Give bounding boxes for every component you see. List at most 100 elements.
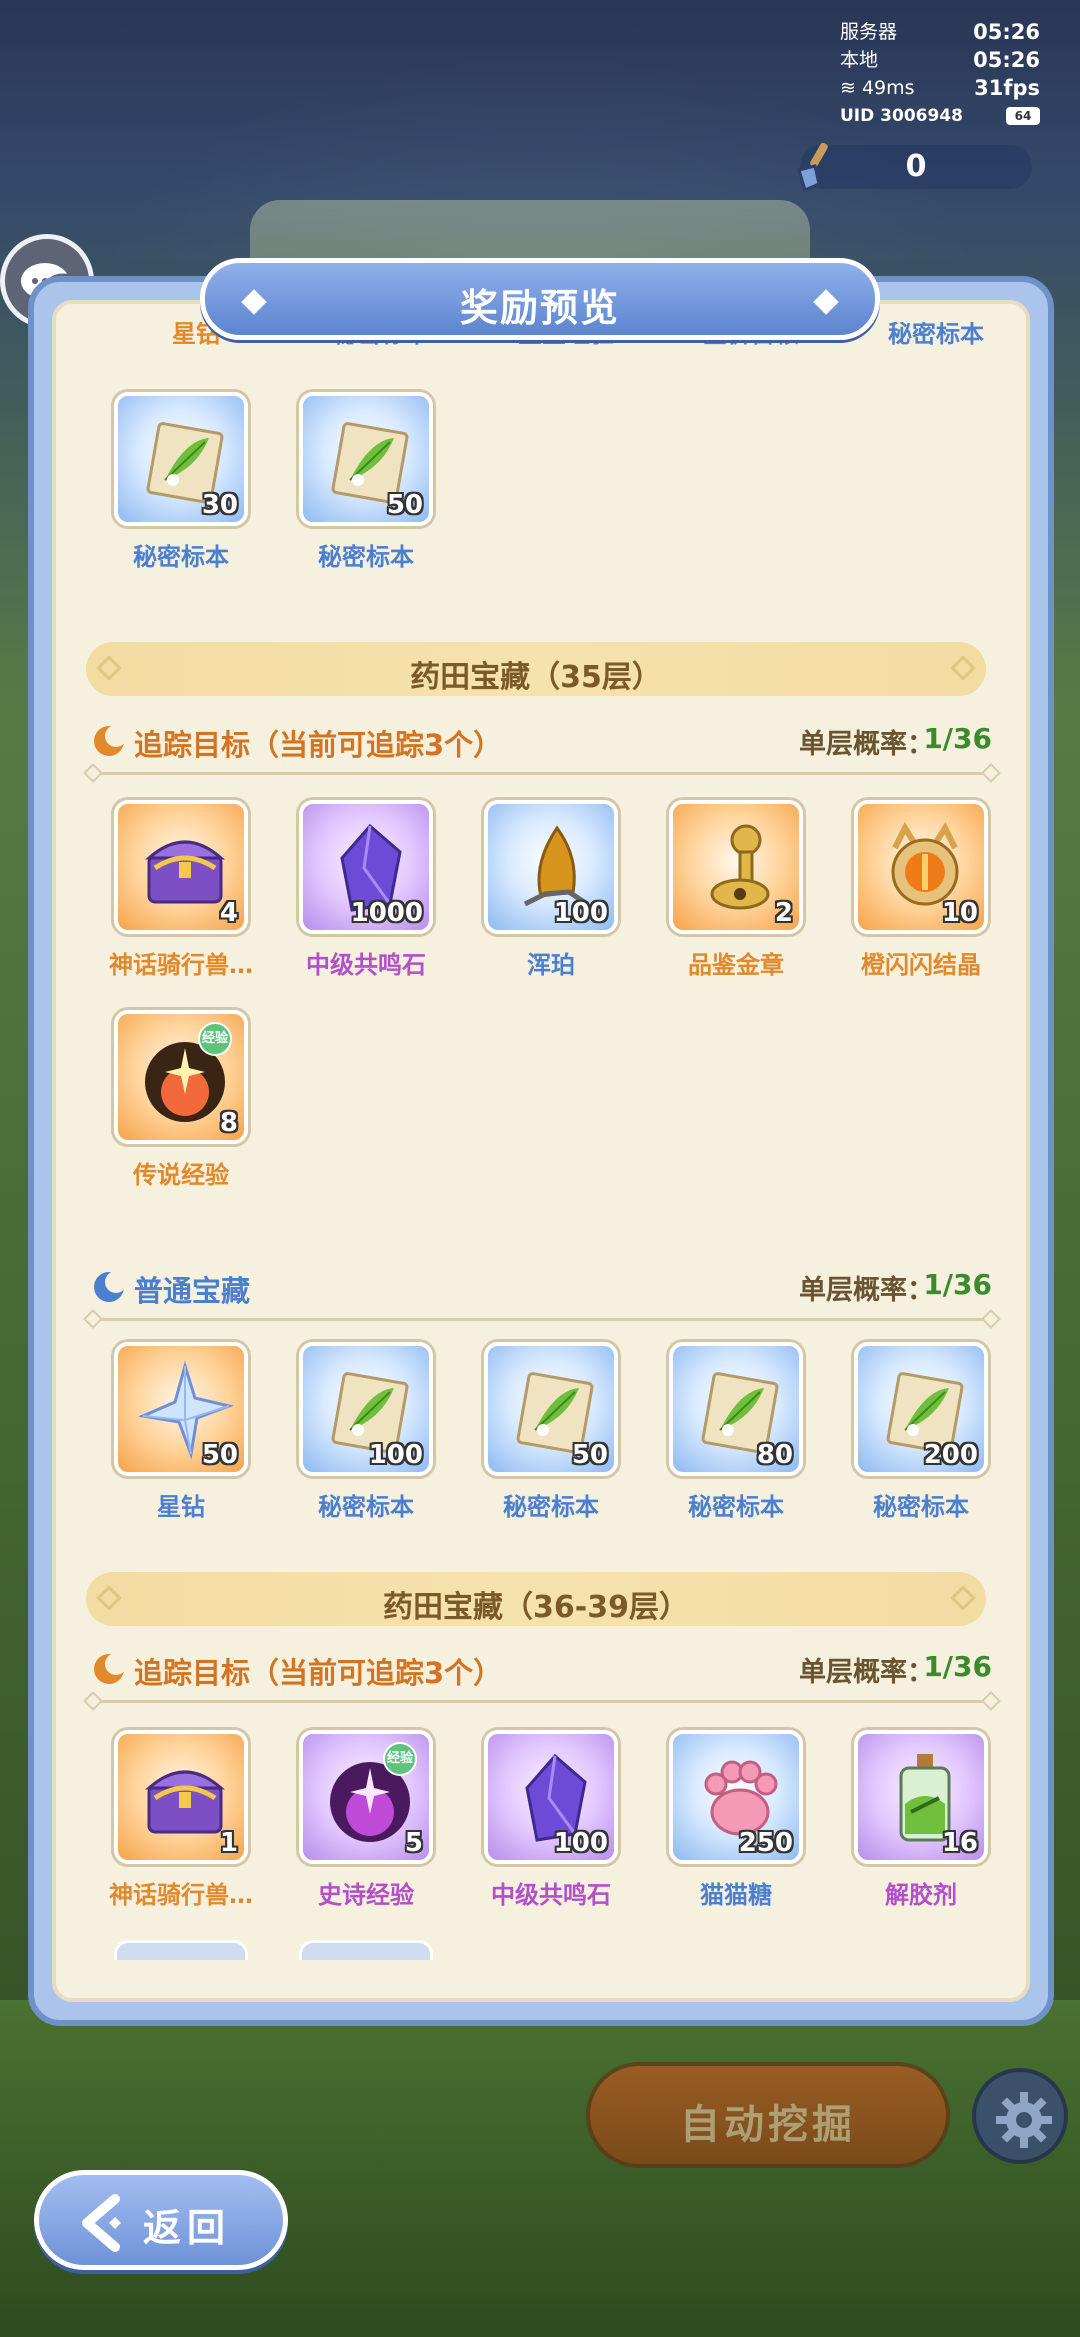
item-name: 神话骑行兽…: [109, 951, 253, 979]
reward-list-panel[interactable]: 星钻 秘密标本 星星经验 全价兽粮 秘密标本 30 秘密标本 50 秘密标本: [52, 300, 1030, 2002]
back-button[interactable]: 返回: [34, 2170, 288, 2270]
item-quantity: 50: [571, 1440, 608, 1470]
item-name: 中级共鸣石: [306, 951, 426, 979]
item-tile: 50: [299, 392, 433, 526]
divider: [92, 1700, 992, 1703]
item-tile: 1000: [299, 800, 433, 934]
reward-scroll-area[interactable]: 星钻 秘密标本 星星经验 全价兽粮 秘密标本 30 秘密标本 50 秘密标本: [56, 304, 1026, 1998]
group-name: 普通宝藏: [134, 1274, 251, 1308]
item-tile-partial: [114, 1940, 248, 1960]
item-quantity: 30: [201, 490, 238, 520]
item-tile: 4: [114, 800, 248, 934]
group-name: 追踪目标（当前可追踪3个）: [134, 1656, 503, 1690]
reward-item[interactable]: 16 解胶剂: [854, 1730, 988, 1909]
item-name: 秘密标本: [688, 1493, 784, 1521]
background-grass: [0, 2000, 1080, 2337]
item-quantity: 100: [553, 1828, 608, 1858]
moon-blue-icon: [94, 1271, 126, 1302]
exp-badge: 经验: [198, 1022, 232, 1056]
section-title: 药田宝藏（36-39层）: [383, 1590, 689, 1625]
item-quantity: 250: [738, 1828, 793, 1858]
reward-item[interactable]: 10 橙闪闪结晶: [854, 800, 988, 979]
item-name: 秘密标本: [503, 1493, 599, 1521]
item-quantity: 100: [368, 1440, 423, 1470]
section-title: 药田宝藏（35层）: [410, 660, 662, 695]
item-tile: 250: [669, 1730, 803, 1864]
reward-item[interactable]: 200 秘密标本: [854, 1342, 988, 1521]
item-tile: 30: [114, 392, 248, 526]
reward-item[interactable]: 1 神话骑行兽…: [109, 1730, 253, 1909]
item-tile: 100: [484, 1730, 618, 1864]
modal-title-bar: 奖励预览: [200, 258, 880, 340]
item-name: 品鉴金章: [688, 951, 784, 979]
group-header-tracking: 追踪目标（当前可追踪3个） 单层概率： 1/36: [92, 722, 992, 762]
reward-item[interactable]: 80 秘密标本: [669, 1342, 803, 1521]
section-header: 药田宝藏（36-39层）: [86, 1572, 986, 1626]
auto-dig-button[interactable]: 自动挖掘: [586, 2062, 950, 2168]
item-quantity: 8: [219, 1108, 238, 1138]
item-quantity: 1000: [350, 898, 423, 928]
rate-value: 1/36: [923, 722, 992, 755]
chevron-left-icon: [82, 2194, 121, 2252]
item-tile: 经验 8: [114, 1010, 248, 1144]
item-quantity: 50: [201, 1440, 238, 1470]
rate-value: 1/36: [923, 1650, 992, 1683]
item-name: 秘密标本: [873, 1493, 969, 1521]
item-name: 秘密标本: [318, 1493, 414, 1521]
wifi-icon: ≋: [840, 77, 856, 99]
item-name: 秘密标本: [133, 543, 229, 571]
item-name: 橙闪闪结晶: [861, 951, 981, 979]
reward-item[interactable]: 250 猫猫糖: [669, 1730, 803, 1909]
item-tile: 100: [484, 800, 618, 934]
gear-icon: [996, 2092, 1052, 2148]
item-quantity: 1: [219, 1828, 238, 1858]
item-quantity: 100: [553, 898, 608, 928]
item-name: 传说经验: [133, 1161, 229, 1189]
reward-item[interactable]: 100 中级共鸣石: [484, 1730, 618, 1909]
item-name: 史诗经验: [318, 1881, 414, 1909]
reward-item[interactable]: 1000 中级共鸣石: [299, 800, 433, 979]
item-quantity: 5: [404, 1828, 423, 1858]
reward-item[interactable]: 经验 8 传说经验: [114, 1010, 248, 1189]
reward-item[interactable]: 100 秘密标本: [299, 1342, 433, 1521]
item-quantity: 2: [774, 898, 793, 928]
item-name: 星钻: [157, 1493, 205, 1521]
reward-item[interactable]: 30 秘密标本: [114, 392, 248, 571]
settings-button[interactable]: [972, 2068, 1068, 2164]
reward-preview-modal: 星钻 秘密标本 星星经验 全价兽粮 秘密标本 30 秘密标本 50 秘密标本: [28, 276, 1054, 2026]
item-tile: 经验 5: [299, 1730, 433, 1864]
divider: [92, 772, 992, 775]
item-tile: 100: [299, 1342, 433, 1476]
back-label: 返回: [143, 2206, 232, 2250]
reward-item[interactable]: 100 浑珀: [484, 800, 618, 979]
status-hud: 服务器 05:26 本地 05:26 ≋ 49ms 31fps UID 300694…: [840, 18, 1040, 130]
item-quantity: 80: [756, 1440, 793, 1470]
reward-item[interactable]: 经验 5 史诗经验: [299, 1730, 433, 1909]
server-time: 05:26: [973, 20, 1040, 44]
reward-item[interactable]: 2 品鉴金章: [669, 800, 803, 979]
shovel-icon: [797, 142, 828, 192]
reward-item[interactable]: 4 神话骑行兽…: [109, 800, 253, 979]
reward-item[interactable]: 50 星钻: [114, 1342, 248, 1521]
divider: [92, 1318, 992, 1321]
auto-dig-label: 自动挖掘: [680, 2102, 856, 2148]
item-quantity: 200: [923, 1440, 978, 1470]
item-tile: 1: [114, 1730, 248, 1864]
reward-item[interactable]: 50 秘密标本: [484, 1342, 618, 1521]
rate-label: 单层概率：: [799, 1657, 934, 1688]
exp-badge: 经验: [383, 1742, 417, 1776]
item-tile: 50: [114, 1342, 248, 1476]
moon-orange-icon: [94, 1653, 126, 1684]
fps-value: 31fps: [974, 76, 1040, 100]
item-tile: 50: [484, 1342, 618, 1476]
item-tile: 2: [669, 800, 803, 934]
item-tile: 80: [669, 1342, 803, 1476]
uid-text: UID 3006948: [840, 106, 963, 126]
battery-icon: 64: [1006, 107, 1040, 125]
rate-label: 单层概率：: [799, 1275, 934, 1306]
reward-item[interactable]: 50 秘密标本: [299, 392, 433, 571]
item-name: 中级共鸣石: [491, 1881, 611, 1909]
item-tile-partial: [299, 1940, 433, 1960]
ping-value: 49ms: [861, 77, 915, 99]
item-name: 猫猫糖: [700, 1881, 772, 1909]
